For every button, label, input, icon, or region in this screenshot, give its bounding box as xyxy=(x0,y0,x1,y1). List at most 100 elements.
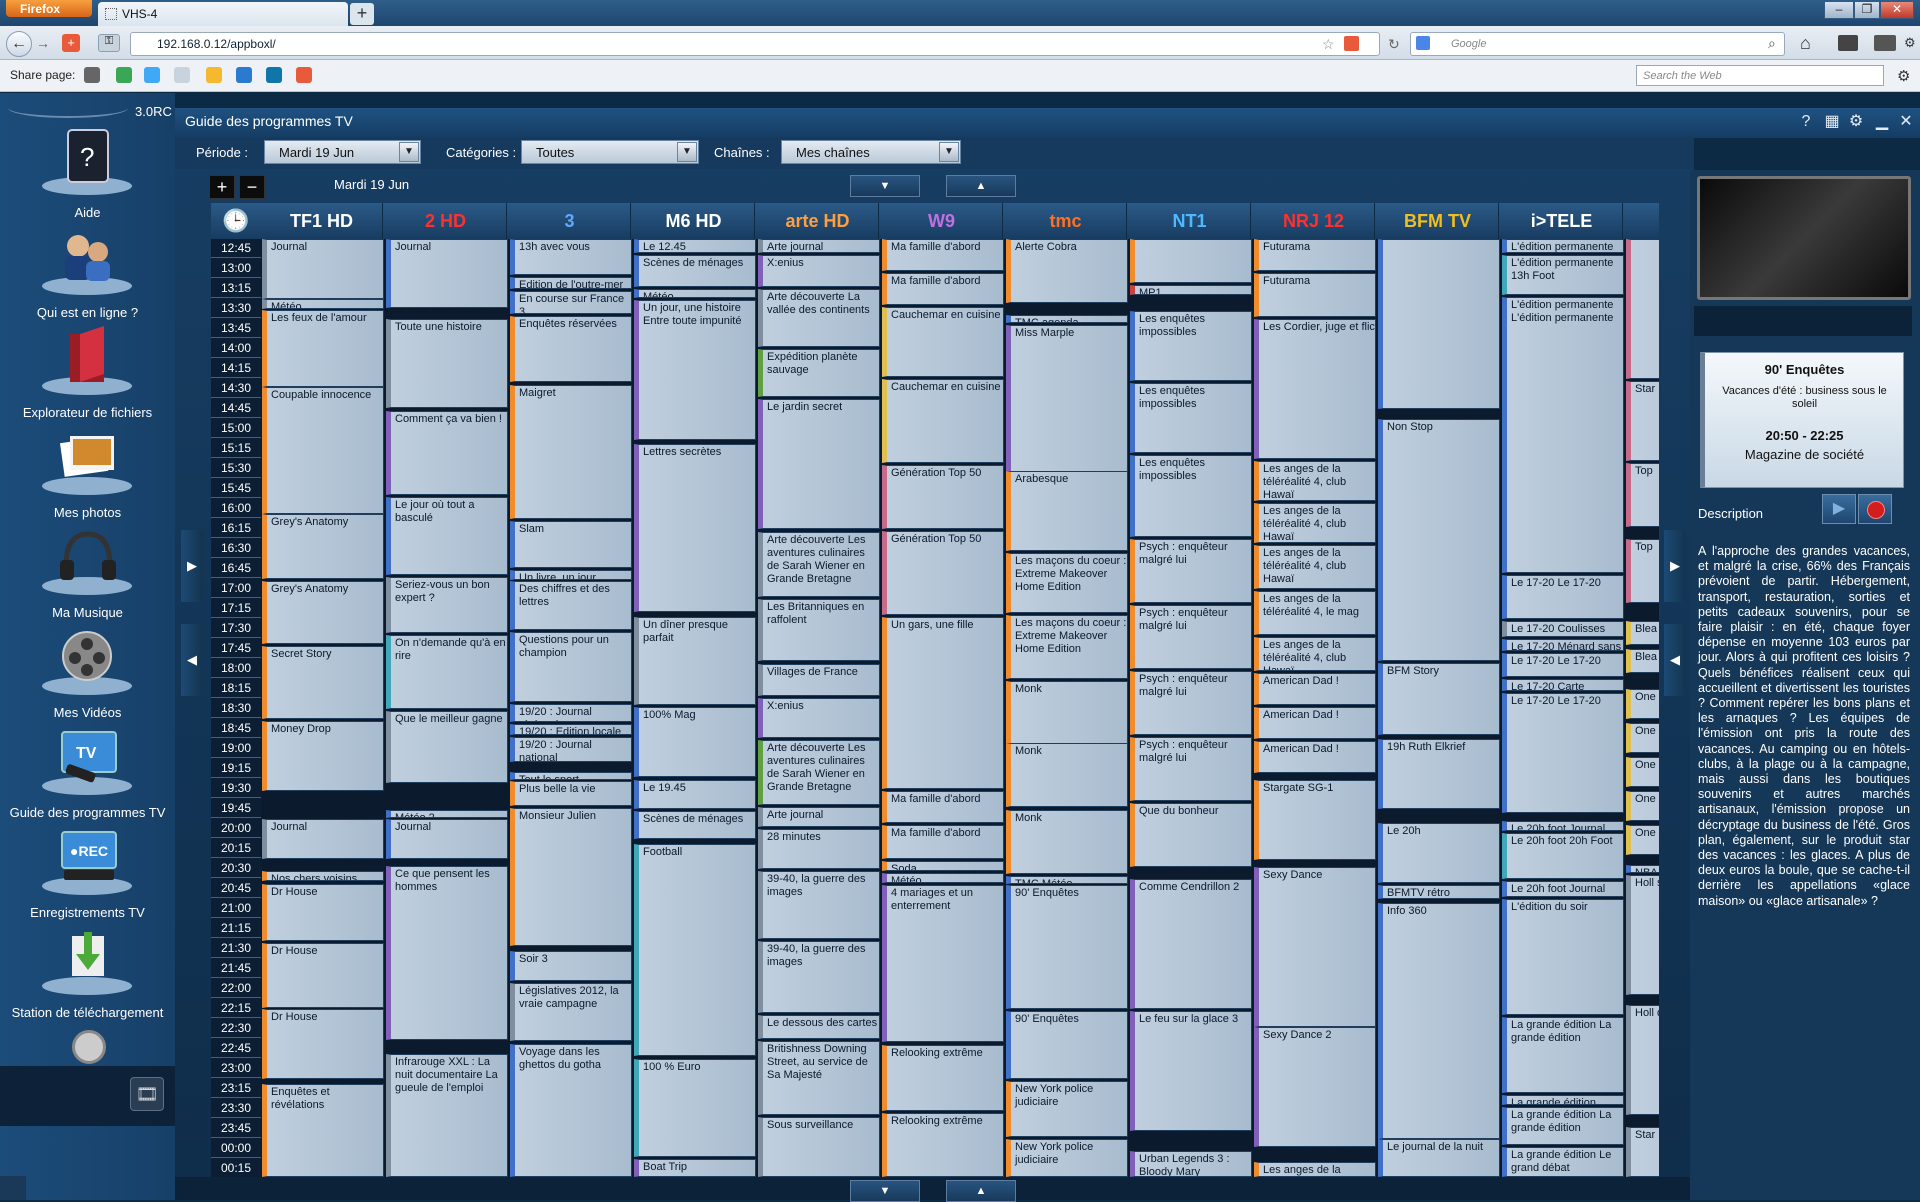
program-cell[interactable]: Journal xyxy=(386,239,508,308)
program-cell[interactable]: Football xyxy=(634,844,756,1056)
minimize-icon[interactable]: ▁ xyxy=(1872,112,1892,132)
sidebar-item-enregistrements-tv[interactable]: ●REC Enregistrements TV xyxy=(0,826,175,926)
program-cell[interactable]: Comme Cendrillon 2 xyxy=(1130,879,1252,1009)
program-cell[interactable]: Le 17-20 Le 17-20 xyxy=(1502,575,1624,619)
sidebar-item-mes-videos[interactable]: Mes Vidéos xyxy=(0,626,175,726)
program-cell[interactable]: La grande édition La grande édition xyxy=(1502,1017,1624,1093)
bookmarks-icon[interactable] xyxy=(1838,35,1858,51)
program-cell[interactable]: Journal xyxy=(386,819,508,859)
program-cell[interactable]: Météo xyxy=(882,873,1004,883)
period-select[interactable]: Mardi 19 Jun ▼ xyxy=(264,140,421,164)
program-cell[interactable]: Le 19.45 xyxy=(634,780,756,809)
settings-icon[interactable]: ⚙ xyxy=(1897,67,1910,85)
program-cell[interactable]: BFM Story xyxy=(1378,663,1500,735)
program-cell[interactable]: L'édition du soir xyxy=(1502,899,1624,1015)
favorites-icon[interactable] xyxy=(206,67,222,83)
program-cell[interactable]: New York police judiciaire xyxy=(1006,1139,1128,1177)
program-cell[interactable]: 39-40, la guerre des images xyxy=(758,871,880,939)
program-cell[interactable]: Comment ça va bien ! xyxy=(386,411,508,495)
program-cell[interactable]: TMC agenda xyxy=(1006,315,1128,323)
program-cell[interactable]: Grey's Anatomy xyxy=(262,514,384,579)
program-cell[interactable]: Info 360 xyxy=(1378,903,1500,1139)
program-cell[interactable]: Monk xyxy=(1006,810,1128,874)
program-cell[interactable]: Le 17-20 Ménard sans xyxy=(1502,639,1624,651)
linkedin-icon[interactable] xyxy=(266,67,282,83)
web-search-input[interactable]: Search the Web xyxy=(1636,65,1884,86)
program-cell[interactable]: Les maçons du coeur : Extreme Makeover H… xyxy=(1006,553,1128,613)
program-cell[interactable]: Futurama xyxy=(1254,239,1376,271)
program-cell[interactable]: X:enius xyxy=(758,698,880,738)
reload-icon[interactable]: ↻ xyxy=(1388,36,1400,53)
program-cell[interactable]: Ma famille d'abord xyxy=(882,239,1004,271)
program-cell[interactable]: Les anges de la xyxy=(1254,1162,1376,1177)
user-icon[interactable] xyxy=(0,1176,26,1200)
program-cell[interactable]: Un jour, une histoire Entre toute impuni… xyxy=(634,300,756,440)
program-cell[interactable]: Ce que pensent les hommes xyxy=(386,866,508,1040)
scroll-right-arrow-icon[interactable]: ▶ xyxy=(181,530,203,602)
program-cell[interactable]: La grande édition Le grand débat xyxy=(1502,1147,1624,1177)
extensions-icon[interactable]: ⚙ xyxy=(1904,35,1916,51)
channel-logo[interactable]: arte HD xyxy=(757,203,879,239)
program-cell[interactable]: 19/20 : Journal national xyxy=(510,737,632,762)
program-cell[interactable]: Scènes de ménages xyxy=(634,255,756,287)
tv-preview[interactable] xyxy=(1697,176,1911,300)
addthis-icon[interactable] xyxy=(1344,36,1359,51)
program-cell[interactable]: Sexy Dance 2 xyxy=(1254,1027,1376,1147)
program-cell[interactable]: Monk xyxy=(1006,681,1128,747)
forward-icon[interactable]: → xyxy=(34,35,52,53)
delicious-icon[interactable] xyxy=(236,67,252,83)
settings-icon[interactable]: ⚙ xyxy=(1846,112,1866,132)
program-cell[interactable]: Psych : enquêteur malgré lui xyxy=(1130,737,1252,801)
zoom-in-button[interactable]: + xyxy=(209,175,235,199)
program-cell[interactable]: Edition de l'outre-mer xyxy=(510,277,632,289)
program-cell[interactable]: Les enquêtes impossibles xyxy=(1130,383,1252,453)
sidebar-item-qui-est-en-ligne[interactable]: Qui est en ligne ? xyxy=(0,226,175,326)
program-cell[interactable]: Star xyxy=(1626,1127,1659,1177)
channels-select[interactable]: Mes chaînes ▼ xyxy=(781,140,961,164)
program-cell[interactable]: New York police judiciaire xyxy=(1006,1081,1128,1137)
browser-tab[interactable]: VHS-4 xyxy=(98,2,348,26)
film-icon[interactable]: 🎞 xyxy=(130,1077,164,1111)
channel-logo[interactable]: W9 xyxy=(881,203,1003,239)
program-cell[interactable]: Le 20h xyxy=(1378,823,1500,883)
program-cell[interactable]: Infrarouge XXL : La nuit documentaire La… xyxy=(386,1054,508,1177)
channel-logo[interactable]: 2 HD xyxy=(385,203,507,239)
program-cell[interactable]: Dr House xyxy=(262,1009,384,1079)
program-cell[interactable]: L'édition permanente 13h Foot xyxy=(1502,255,1624,295)
program-cell[interactable]: Le 17-20 Le 17-20 xyxy=(1502,653,1624,677)
program-cell[interactable]: Météo xyxy=(262,299,384,309)
program-cell[interactable]: Scènes de ménages xyxy=(634,811,756,839)
program-cell[interactable]: Les Cordier, juge et flic xyxy=(1254,319,1376,459)
program-cell[interactable]: Holl dest xyxy=(1626,1005,1659,1115)
channel-logo[interactable]: NRJ 12 xyxy=(1253,203,1375,239)
program-cell[interactable]: Journal xyxy=(262,239,384,299)
program-cell[interactable]: American Dad ! xyxy=(1254,707,1376,739)
addthis-icon[interactable] xyxy=(296,67,312,83)
program-cell[interactable]: Soda xyxy=(882,861,1004,871)
program-cell[interactable]: Sexy Dance xyxy=(1254,867,1376,1027)
sidebar-item-guide-tv[interactable]: TV Guide des programmes TV xyxy=(0,726,175,826)
channel-logo[interactable]: NT1 xyxy=(1129,203,1251,239)
bookmark-star-icon[interactable]: ☆ xyxy=(1322,36,1335,53)
program-cell[interactable]: Urban Legends 3 : Bloody Mary xyxy=(1130,1151,1252,1177)
program-cell[interactable]: Le 20h foot Journal xyxy=(1502,881,1624,897)
email-icon[interactable] xyxy=(174,67,190,83)
program-cell[interactable]: Top xyxy=(1626,463,1659,527)
category-select[interactable]: Toutes ▼ xyxy=(521,140,699,164)
program-cell[interactable]: 39-40, la guerre des images xyxy=(758,941,880,1013)
channel-logo[interactable]: 3 xyxy=(509,203,631,239)
program-cell[interactable]: Futurama xyxy=(1254,273,1376,317)
program-cell[interactable]: Le 12.45 xyxy=(634,239,756,253)
program-cell[interactable]: Soir 3 xyxy=(510,951,632,981)
program-cell[interactable]: Ma famille d'abord xyxy=(882,273,1004,305)
channel-logo[interactable]: BFM TV xyxy=(1377,203,1499,239)
program-cell[interactable]: Le feu sur la glace 3 xyxy=(1130,1011,1252,1131)
program-cell[interactable]: Les anges de la téléréalité 4, club Hawa… xyxy=(1254,461,1376,501)
program-cell[interactable]: Questions pour un champion xyxy=(510,632,632,702)
scroll-down-button[interactable]: ▼ xyxy=(850,1180,920,1202)
twitter-icon[interactable] xyxy=(144,67,160,83)
program-cell[interactable]: Les Britanniques en raffolent xyxy=(758,599,880,661)
program-cell[interactable]: 90' Enquêtes xyxy=(1006,1011,1128,1079)
print-icon[interactable] xyxy=(84,67,100,83)
zoom-out-button[interactable]: − xyxy=(239,175,265,199)
